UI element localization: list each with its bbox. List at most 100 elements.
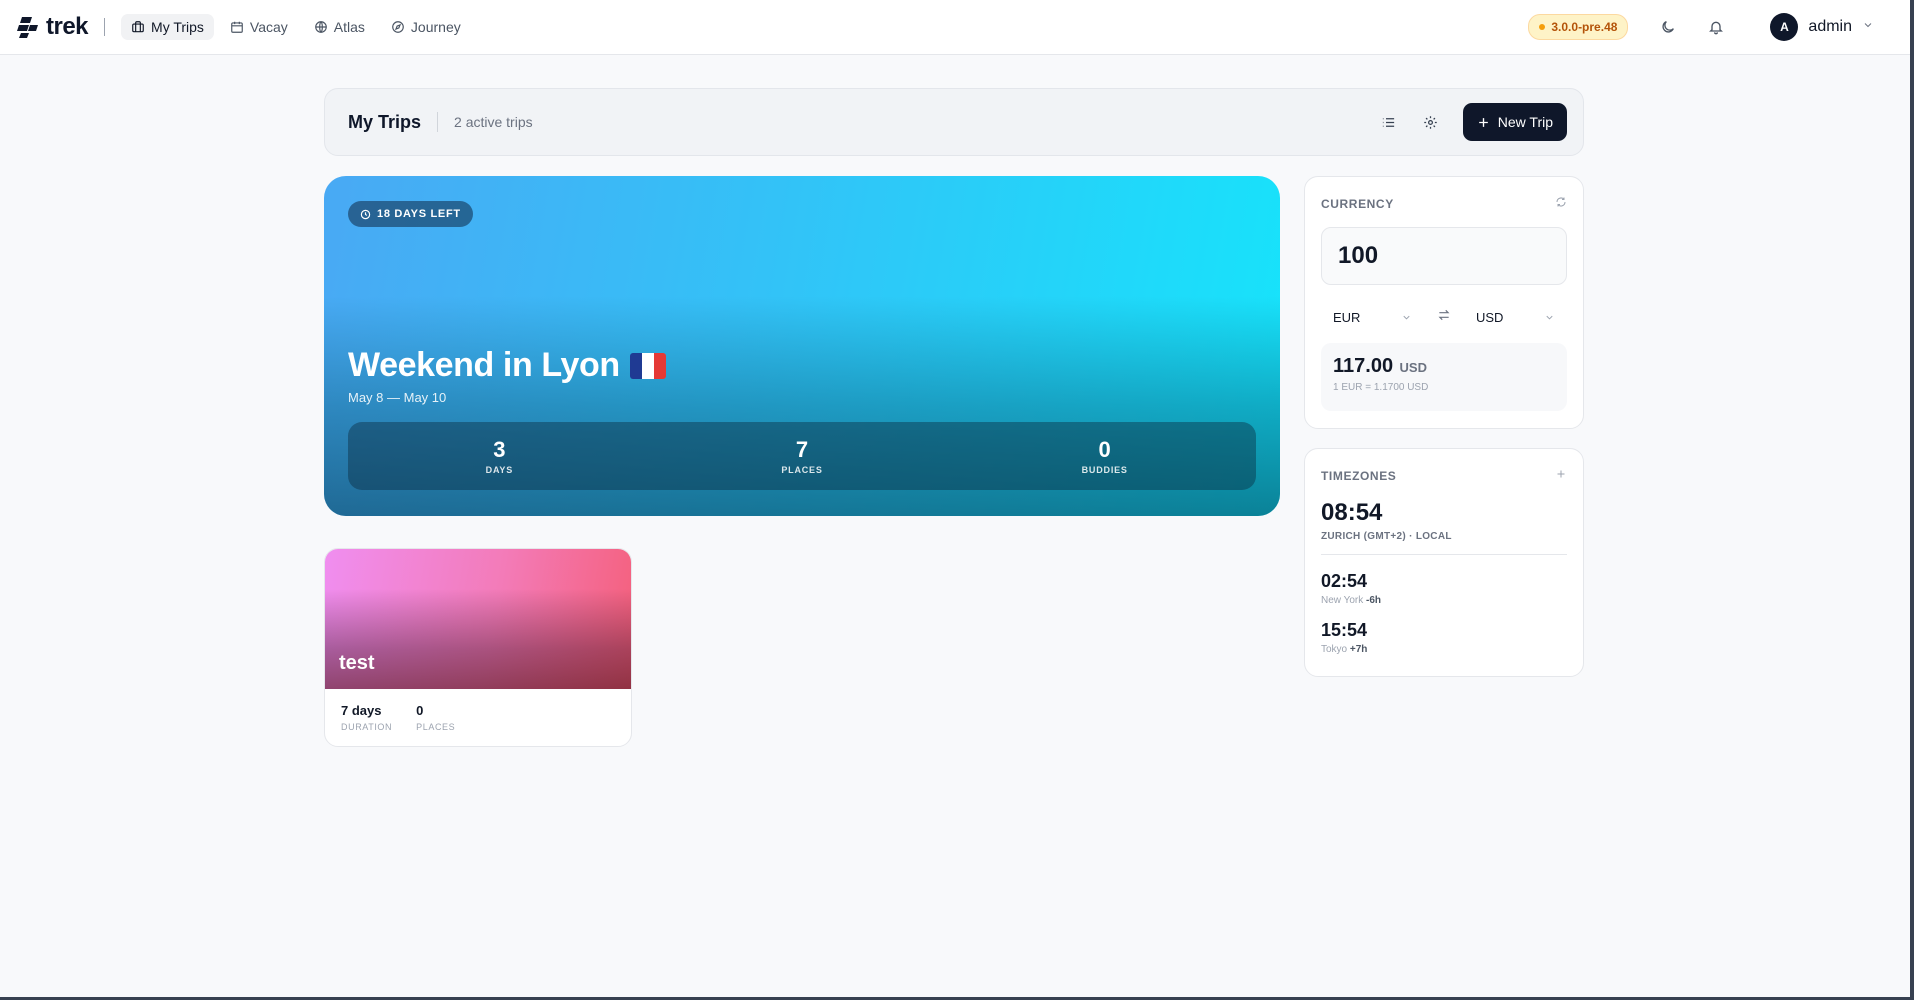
- timezone-item: 02:54 New York -6h: [1321, 571, 1567, 606]
- nav-my-trips-label: My Trips: [151, 19, 204, 35]
- trip-stat-value: 0: [416, 703, 424, 718]
- gear-icon: [1424, 115, 1438, 129]
- nav-journey[interactable]: Journey: [381, 14, 471, 40]
- calendar-icon: [231, 21, 243, 33]
- chevron-down-icon: [1546, 315, 1553, 320]
- chevron-down-icon: [1403, 315, 1410, 320]
- page-header: My Trips 2 active trips New Trip: [324, 88, 1584, 156]
- timezones-widget: TIMEZONES 08:54 ZURICH (GMT+2) · LOCAL 0…: [1304, 448, 1584, 677]
- timezone-time: 02:54: [1321, 571, 1368, 591]
- header-actions: New Trip: [1373, 103, 1567, 141]
- stat-days: 3 DAYS: [348, 437, 651, 475]
- timezones-header: TIMEZONES: [1321, 449, 1567, 499]
- stat-label: BUDDIES: [1081, 465, 1128, 475]
- conversion-result: 117.00 USD 1 EUR = 1.1700 USD: [1321, 343, 1567, 411]
- stat-places: 7 PLACES: [651, 437, 954, 475]
- notifications-button[interactable]: [1700, 11, 1732, 43]
- trip-stats: 7 days DURATION 0 PLACES: [325, 689, 631, 732]
- trip-name: test: [339, 652, 375, 674]
- trek-logo-icon: [17, 17, 38, 38]
- timezone-item: 15:54 Tokyo +7h: [1321, 620, 1567, 655]
- local-timezone: 08:54 ZURICH (GMT+2) · LOCAL: [1321, 499, 1567, 555]
- header-divider: [437, 112, 439, 132]
- stat-label: DAYS: [485, 465, 514, 475]
- trip-card[interactable]: test 7 days DURATION 0 PLACES: [324, 548, 632, 747]
- featured-trip-name: Weekend in Lyon: [348, 346, 620, 384]
- page-title: My Trips: [348, 111, 422, 132]
- window-right-edge: [1910, 0, 1914, 1000]
- swap-icon: [1438, 309, 1450, 320]
- trip-stat-label: DURATION: [341, 722, 393, 732]
- new-trip-button[interactable]: New Trip: [1462, 103, 1567, 141]
- amount-input[interactable]: [1321, 227, 1567, 285]
- main-nav: My Trips Vacay Atlas Journey: [121, 14, 471, 40]
- timezone-city: New York -6h: [1321, 595, 1567, 606]
- local-time-label: ZURICH (GMT+2) · LOCAL: [1321, 531, 1452, 542]
- stat-label: PLACES: [781, 465, 823, 475]
- featured-trip-title: Weekend in Lyon: [348, 346, 666, 385]
- briefcase-icon: [132, 21, 144, 33]
- avatar: A: [1770, 13, 1799, 41]
- featured-trip-card[interactable]: 18 DAYS LEFT Weekend in Lyon May 8 — May…: [324, 176, 1280, 516]
- clock-icon: [360, 209, 371, 219]
- currency-title: CURRENCY: [1321, 197, 1394, 211]
- trip-stat-label: PLACES: [416, 722, 456, 732]
- featured-trip-stats: 3 DAYS 7 PLACES 0 BUDDIES: [348, 422, 1256, 490]
- timezone-offset: +7h: [1349, 644, 1368, 655]
- from-currency-select[interactable]: EUR: [1325, 310, 1420, 325]
- to-currency-select[interactable]: USD: [1468, 310, 1563, 325]
- timezone-city: Tokyo +7h: [1321, 644, 1567, 655]
- plus-icon: [1557, 470, 1565, 478]
- brand-logo[interactable]: trek: [16, 13, 89, 41]
- stat-value: 3: [493, 437, 506, 462]
- refresh-button[interactable]: [1555, 195, 1567, 213]
- days-left-text: 18 DAYS LEFT: [377, 208, 461, 220]
- timezone-city-name: Tokyo: [1321, 644, 1348, 655]
- bell-icon: [1709, 21, 1724, 35]
- result-unit: USD: [1399, 360, 1427, 375]
- from-currency-value: EUR: [1333, 309, 1361, 325]
- moon-icon: [1662, 21, 1675, 33]
- currency-widget: CURRENCY EUR USD 117.00 USD 1 EUR = 1.17…: [1304, 176, 1584, 429]
- nav-vacay[interactable]: Vacay: [220, 14, 298, 40]
- nav-journey-label: Journey: [410, 19, 461, 35]
- stat-buddies: 0 BUDDIES: [953, 437, 1256, 475]
- compass-icon: [392, 21, 404, 33]
- trip-stat-value: 7 days: [341, 703, 382, 718]
- nav-divider: [104, 18, 106, 36]
- add-timezone-button[interactable]: [1555, 467, 1567, 485]
- version-text: 3.0.0-pre.48: [1551, 20, 1618, 34]
- nav-vacay-label: Vacay: [249, 19, 288, 35]
- version-dot-icon: [1539, 24, 1546, 30]
- chevron-down-icon: [1862, 18, 1874, 36]
- refresh-icon: [1556, 197, 1566, 207]
- trip-stat-places: 0 PLACES: [416, 703, 455, 732]
- list-icon: [1383, 117, 1395, 127]
- exchange-rate: 1 EUR = 1.1700 USD: [1333, 382, 1429, 393]
- nav-atlas[interactable]: Atlas: [304, 14, 375, 40]
- swap-button[interactable]: [1437, 308, 1451, 327]
- trip-stat-duration: 7 days DURATION: [341, 703, 392, 732]
- top-navbar: trek My Trips Vacay Atlas Journey 3.0.0-…: [0, 0, 1914, 55]
- nav-my-trips[interactable]: My Trips: [121, 14, 214, 40]
- dark-mode-toggle[interactable]: [1652, 11, 1684, 43]
- globe-icon: [314, 21, 327, 33]
- timezone-offset: -6h: [1366, 595, 1382, 606]
- settings-button[interactable]: [1415, 106, 1447, 138]
- user-menu[interactable]: A admin: [1770, 13, 1874, 41]
- timezone-time: 15:54: [1321, 620, 1368, 640]
- user-name: admin: [1808, 18, 1852, 35]
- timezones-title: TIMEZONES: [1321, 469, 1397, 483]
- trip-count: 2 active trips: [454, 114, 533, 130]
- local-time: 08:54: [1321, 499, 1383, 526]
- nav-atlas-label: Atlas: [333, 19, 365, 35]
- brand-name: trek: [46, 13, 89, 40]
- timezone-city-name: New York: [1321, 595, 1364, 606]
- new-trip-label: New Trip: [1497, 114, 1553, 130]
- plus-icon: [1478, 117, 1488, 127]
- list-view-button[interactable]: [1373, 106, 1405, 138]
- navbar-actions: 3.0.0-pre.48 A admin: [1528, 11, 1898, 43]
- stat-value: 7: [795, 437, 809, 462]
- france-flag-icon: [629, 352, 666, 379]
- result-value: 117.00: [1333, 355, 1394, 377]
